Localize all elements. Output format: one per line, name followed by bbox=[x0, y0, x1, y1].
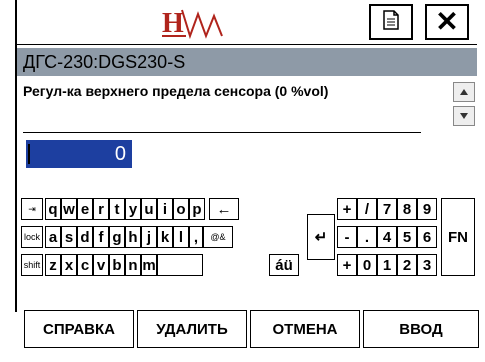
key-space[interactable] bbox=[157, 254, 203, 276]
numpad-key[interactable]: 5 bbox=[397, 226, 417, 248]
key-h[interactable]: h bbox=[125, 226, 141, 248]
numpad-key[interactable]: 3 bbox=[417, 254, 437, 276]
cancel-button[interactable]: ОТМЕНА bbox=[250, 310, 360, 348]
key-enter[interactable]: ↵ bbox=[307, 214, 335, 260]
key-comma[interactable]: , bbox=[189, 226, 203, 248]
hw-logo: H bbox=[160, 6, 230, 40]
key-n[interactable]: n bbox=[125, 254, 141, 276]
key-g[interactable]: g bbox=[109, 226, 125, 248]
numpad-key[interactable]: + bbox=[337, 254, 357, 276]
key-at-amp[interactable]: @& bbox=[203, 226, 233, 248]
scroll-up-button[interactable] bbox=[453, 82, 475, 102]
arrow-down-icon bbox=[459, 107, 469, 125]
key-accent[interactable]: áü bbox=[269, 254, 299, 276]
enter-button[interactable]: ВВОД bbox=[363, 310, 479, 348]
numpad-key[interactable]: 0 bbox=[357, 254, 377, 276]
key-v[interactable]: v bbox=[93, 254, 109, 276]
key-t[interactable]: t bbox=[109, 198, 125, 220]
key-o[interactable]: o bbox=[173, 198, 189, 220]
title-bar: ДГС-230:DGS230-S bbox=[17, 48, 477, 76]
prompt-area: Регул-ка верхнего предела сенсора (0 %vo… bbox=[17, 78, 477, 136]
key-s[interactable]: s bbox=[61, 226, 77, 248]
key-q[interactable]: q bbox=[45, 198, 61, 220]
key-r[interactable]: r bbox=[93, 198, 109, 220]
numpad-key[interactable]: 9 bbox=[417, 198, 437, 220]
key-w[interactable]: w bbox=[61, 198, 77, 220]
prompt-label: Регул-ка верхнего предела сенсора (0 %vo… bbox=[23, 83, 329, 99]
numpad-key[interactable]: 1 bbox=[377, 254, 397, 276]
close-icon: ✕ bbox=[435, 6, 459, 37]
key-z[interactable]: z bbox=[45, 254, 61, 276]
on-screen-keyboard: ⇥ q w e r t y u i o p ← lock a s d f g h j k l, @& shift z x c v b n m… bbox=[17, 196, 477, 284]
numpad-key[interactable]: 4 bbox=[377, 226, 397, 248]
key-c[interactable]: c bbox=[77, 254, 93, 276]
key-a[interactable]: a bbox=[45, 226, 61, 248]
key-e[interactable]: e bbox=[77, 198, 93, 220]
key-u[interactable]: u bbox=[141, 198, 157, 220]
numpad-key[interactable]: + bbox=[337, 198, 357, 220]
numpad-key[interactable]: 6 bbox=[417, 226, 437, 248]
numpad-key[interactable]: - bbox=[337, 226, 357, 248]
arrow-up-icon bbox=[459, 83, 469, 101]
svg-text:H: H bbox=[162, 8, 184, 39]
numpad-key[interactable]: 8 bbox=[397, 198, 417, 220]
key-k[interactable]: k bbox=[157, 226, 173, 248]
app-window: H ✕ ДГС-230:DGS230-S Регул-ка верхнего п… bbox=[0, 0, 485, 362]
key-backspace[interactable]: ← bbox=[209, 198, 239, 220]
close-button[interactable]: ✕ bbox=[425, 4, 469, 40]
key-shift[interactable]: shift bbox=[21, 254, 43, 276]
numpad-key[interactable]: 2 bbox=[397, 254, 417, 276]
key-f[interactable]: f bbox=[93, 226, 109, 248]
key-j[interactable]: j bbox=[141, 226, 157, 248]
key-tab[interactable]: ⇥ bbox=[21, 198, 43, 220]
key-y[interactable]: y bbox=[125, 198, 141, 220]
numpad-key[interactable]: 7 bbox=[377, 198, 397, 220]
value-input[interactable]: 0 bbox=[26, 140, 132, 168]
delete-button[interactable]: УДАЛИТЬ bbox=[137, 310, 247, 348]
key-m[interactable]: m bbox=[141, 254, 157, 276]
key-fn[interactable]: FN bbox=[441, 198, 475, 276]
numpad-key[interactable]: . bbox=[357, 226, 377, 248]
numpad-key[interactable]: / bbox=[357, 198, 377, 220]
scroll-down-button[interactable] bbox=[453, 106, 475, 126]
document-icon bbox=[382, 9, 400, 35]
input-caret bbox=[28, 144, 30, 164]
key-l[interactable]: l bbox=[173, 226, 189, 248]
help-button[interactable]: СПРАВКА bbox=[24, 310, 134, 348]
key-lock[interactable]: lock bbox=[21, 226, 43, 248]
key-x[interactable]: x bbox=[61, 254, 77, 276]
key-i[interactable]: i bbox=[157, 198, 173, 220]
key-d[interactable]: d bbox=[77, 226, 93, 248]
header-divider bbox=[17, 44, 477, 45]
key-p[interactable]: p bbox=[189, 198, 205, 220]
document-button[interactable] bbox=[369, 4, 413, 40]
key-b[interactable]: b bbox=[109, 254, 125, 276]
prompt-divider bbox=[23, 132, 421, 133]
